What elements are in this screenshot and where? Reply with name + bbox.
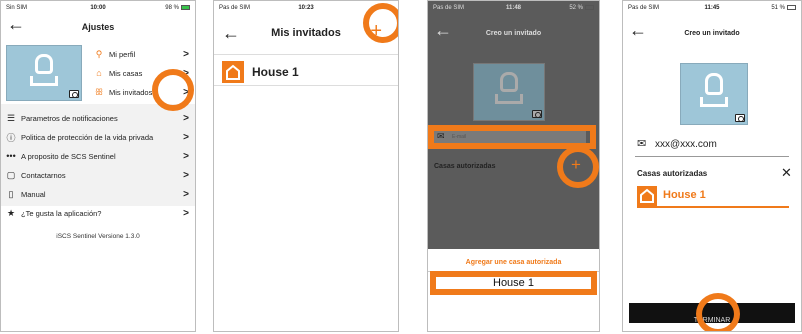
carrier-text: Pas de SIM [433, 5, 465, 11]
divider [635, 156, 789, 157]
settings-label: ¿Te gusta la aplicación? [21, 208, 102, 218]
house-outline-icon: ⌂ [96, 68, 102, 78]
house-icon [222, 61, 244, 83]
settings-screen: Sin SIM 10:00 98 % ← Ajustes ⚲ Mi perfil… [0, 0, 196, 332]
chevron-right-icon: > [183, 207, 189, 219]
status-bar: Pas de SIM 11:48 52 % [428, 3, 599, 13]
status-bar: Sin SIM 10:00 98 % [1, 3, 195, 13]
battery-text: 98 % [165, 5, 179, 12]
camera-icon[interactable] [735, 114, 745, 122]
time-text: 10:23 [298, 5, 314, 11]
settings-row-rate[interactable]: ★ ¿Te gusta la aplicación? > [5, 206, 189, 220]
page-title: Creo un invitado [684, 30, 740, 37]
divider [214, 54, 398, 55]
chevron-right-icon: > [183, 169, 189, 181]
camera-icon[interactable] [69, 90, 79, 98]
profile-avatar[interactable] [6, 45, 82, 101]
page-title: Ajustes [81, 22, 115, 32]
chevron-right-icon: > [183, 48, 189, 60]
guest-avatar[interactable] [473, 63, 545, 121]
house-icon [637, 186, 657, 206]
house-row[interactable]: House 1 [214, 58, 398, 86]
page-title: Creo un invitado [485, 30, 542, 37]
settings-label: A proposito de SCS Sentinel [21, 151, 116, 161]
create-guest-screen: Pas de SIM 11:45 51 % ← Creo un invitado… [622, 0, 802, 332]
create-guest-screen-sheet: Pas de SIM 11:48 52 % ← Creo un invitado… [427, 0, 600, 332]
dots-icon: ••• [6, 151, 16, 161]
house-selection-sheet: Agregar une casa autorizada House 1 [428, 249, 599, 331]
battery-icon [180, 4, 190, 10]
sliders-icon: ☰ [6, 112, 16, 123]
guests-screen: Pas de SIM 10:23 ← Mis invitados + House… [213, 0, 399, 332]
settings-label: Politica de protección de la vida privad… [21, 132, 154, 142]
guest-avatar[interactable] [680, 63, 748, 125]
settings-row-privacy[interactable]: ⓘ Politica de protección de la vida priv… [5, 130, 189, 144]
settings-label: Parametros de notificaciones [21, 113, 118, 123]
avatar-head-icon [35, 54, 53, 74]
battery-icon [787, 4, 796, 10]
chevron-right-icon: > [183, 188, 189, 200]
highlight-rect [430, 271, 597, 295]
highlight-circle [557, 146, 599, 188]
time-text: 11:48 [506, 5, 522, 11]
chevron-right-icon: > [183, 112, 189, 124]
battery-text: 51 % [771, 5, 785, 12]
settings-row-notifications[interactable]: ☰ Parametros de notificaciones > [5, 111, 189, 125]
authorized-house-row[interactable]: House 1 [637, 184, 789, 208]
time-text: 10:00 [90, 5, 106, 11]
group-icon: ꕥ [94, 86, 104, 97]
house-name: House 1 [663, 189, 706, 201]
info-icon: ⓘ [6, 132, 16, 143]
chat-icon: ▢ [6, 169, 16, 180]
chevron-right-icon: > [183, 131, 189, 143]
highlight-circle [363, 3, 398, 43]
house-name: House 1 [252, 65, 299, 79]
settings-label: Contactarnos [21, 170, 66, 180]
highlight-rect [428, 125, 596, 149]
document-icon: ▯ [8, 188, 14, 199]
battery-icon [585, 4, 595, 10]
settings-row-about[interactable]: ••• A proposito de SCS Sentinel > [5, 149, 189, 163]
authorized-houses-label: Casas autorizadas [434, 163, 496, 170]
battery-text: 52 % [569, 5, 584, 12]
camera-icon[interactable] [532, 110, 542, 118]
authorized-houses-label: Casas autorizadas [637, 169, 708, 178]
user-icon: ⚲ [95, 48, 103, 59]
highlight-circle [152, 69, 194, 111]
avatar-body-icon [700, 97, 728, 107]
email-field[interactable]: ✉ xxx@xxx.com [637, 137, 789, 153]
menu-mi-perfil[interactable]: ⚲ Mi perfil > [93, 45, 189, 63]
sheet-title: Agregar une casa autorizada [465, 259, 562, 266]
version-text: iSCS Sentinel Versione 1.3.0 [56, 233, 140, 240]
carrier-text: Sin SIM [6, 5, 28, 11]
star-icon: ★ [6, 207, 16, 218]
chevron-right-icon: > [183, 150, 189, 162]
menu-label: Mi perfil [109, 49, 136, 59]
carrier-text: Pas de SIM [628, 5, 660, 11]
avatar-body-icon [30, 76, 58, 86]
settings-row-contact[interactable]: ▢ Contactarnos > [5, 168, 189, 182]
settings-label: Manual [21, 189, 46, 199]
carrier-text: Pas de SIM [219, 5, 251, 11]
mail-icon: ✉ [637, 138, 647, 150]
avatar-body-icon [495, 94, 523, 104]
avatar-head-icon [705, 73, 723, 95]
highlight-circle [696, 293, 740, 331]
avatar-head-icon [500, 72, 518, 92]
time-text: 11:45 [704, 5, 720, 11]
remove-close-icon[interactable]: ✕ [781, 166, 792, 179]
email-value: xxx@xxx.com [655, 139, 717, 150]
settings-row-manual[interactable]: ▯ Manual > [5, 187, 189, 201]
status-bar: Pas de SIM 11:45 51 % [623, 3, 801, 13]
